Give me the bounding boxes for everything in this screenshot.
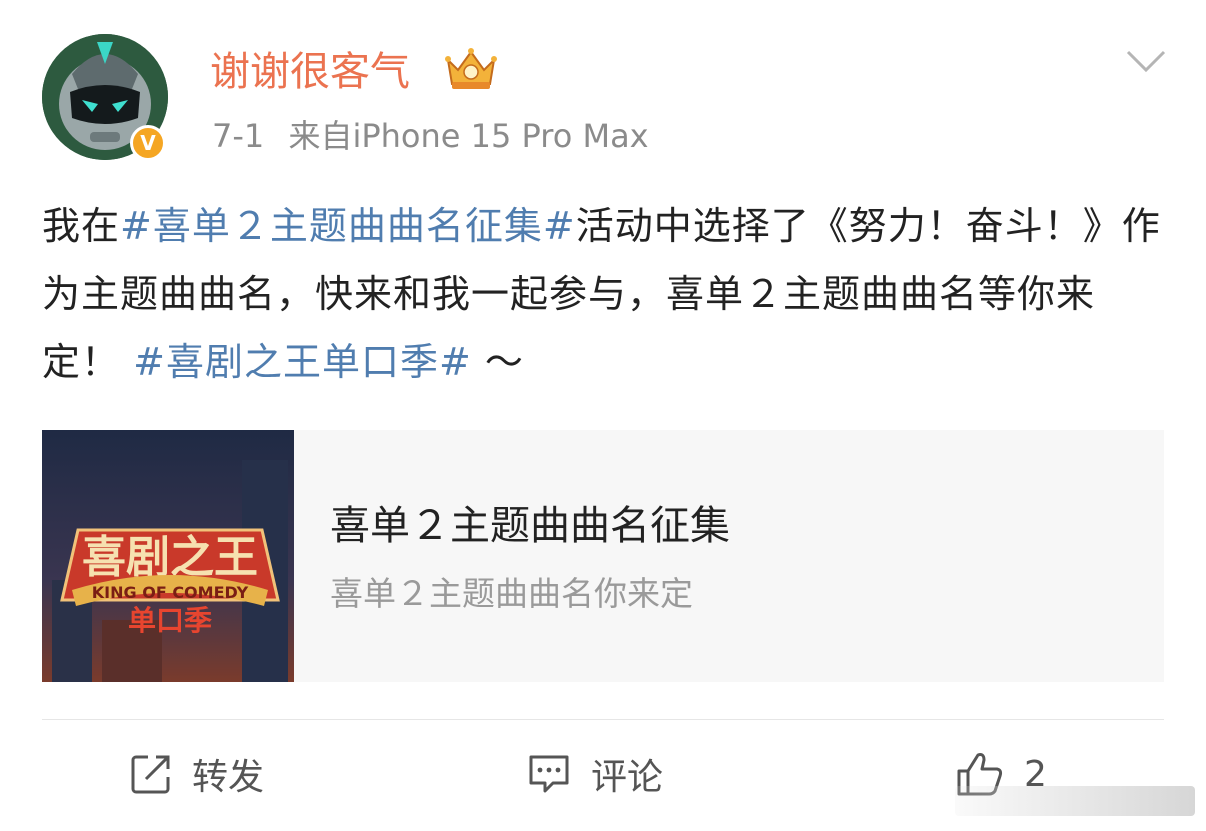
chevron-down-icon[interactable] — [1126, 48, 1166, 74]
post-meta: 7-1 来自iPhone 15 Pro Max — [212, 114, 649, 158]
post-text-part: 我在 — [42, 204, 121, 248]
card-thumbnail: 喜剧之王 KING OF COMEDY 单口季 — [42, 430, 294, 682]
comment-label: 评论 — [591, 757, 664, 798]
post-text-part: ～ — [484, 340, 524, 384]
verified-v-icon: V — [130, 125, 166, 161]
card-thumb-logo-sub: 单口季 — [128, 604, 212, 637]
comment-icon — [529, 755, 569, 793]
post-source: 来自iPhone 15 Pro Max — [288, 117, 649, 155]
crown-badge-icon[interactable] — [442, 46, 500, 92]
username[interactable]: 谢谢很客气 — [210, 48, 410, 96]
repost-icon — [131, 755, 170, 794]
hashtag-link[interactable]: #喜剧之王单口季# — [133, 340, 472, 384]
link-card[interactable]: 喜剧之王 KING OF COMEDY 单口季 喜单２主题曲曲名征集 喜单２主题… — [42, 430, 1164, 682]
divider — [42, 719, 1164, 720]
card-thumb-logo: KING OF COMEDY — [92, 583, 249, 602]
repost-button[interactable]: 转发 — [130, 744, 264, 804]
comment-button[interactable]: 评论 — [527, 744, 663, 804]
hashtag-link[interactable]: #喜单２主题曲曲名征集# — [120, 204, 576, 248]
repost-label: 转发 — [192, 757, 265, 798]
post-text: 我在#喜单２主题曲曲名征集#活动中选择了《努力！奋斗！》作为主题曲曲名，快来和我… — [42, 192, 1172, 396]
card-title[interactable]: 喜单２主题曲曲名征集 — [330, 500, 730, 552]
watermark — [955, 786, 1195, 816]
card-subtitle: 喜单２主题曲曲名你来定 — [330, 574, 693, 613]
post-date: 7-1 — [212, 117, 265, 155]
